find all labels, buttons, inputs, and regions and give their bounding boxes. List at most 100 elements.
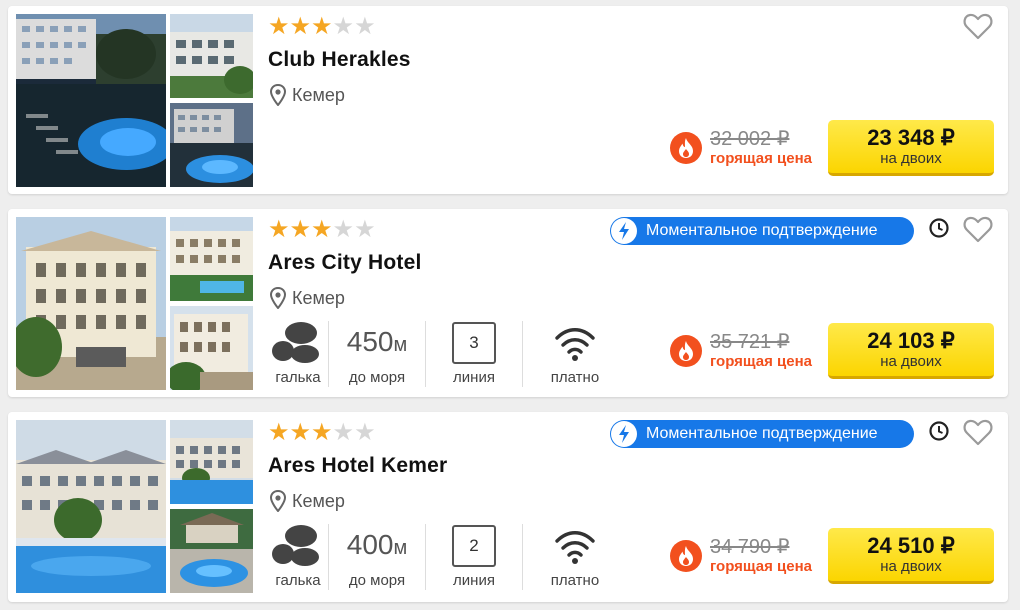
line-number: 3 bbox=[452, 322, 496, 364]
hotel-features: галька 400м до моря 2 линия платно bbox=[268, 524, 627, 590]
star-icon: ★ bbox=[289, 418, 312, 446]
star-rating: ★ ★ ★ ★ ★ bbox=[268, 14, 376, 38]
instant-confirmation-label: Моментальное подтверждение bbox=[646, 425, 878, 442]
heart-icon[interactable] bbox=[963, 12, 993, 40]
distance-value: 400м bbox=[346, 529, 408, 560]
price-for-label: на двоих bbox=[880, 558, 942, 575]
distance-to-sea: 450м до моря bbox=[329, 321, 425, 387]
hot-price-label: горящая цена bbox=[710, 353, 812, 370]
fire-icon bbox=[670, 540, 702, 572]
wifi-label: платно bbox=[550, 369, 600, 386]
wifi-icon bbox=[555, 328, 595, 361]
price-value: 24 103 ₽ bbox=[867, 328, 955, 353]
star-icon: ★ bbox=[332, 215, 355, 243]
hotel-photo-main[interactable] bbox=[16, 420, 166, 593]
price-button[interactable]: 24 510 ₽ на двоих bbox=[828, 528, 994, 584]
hotel-name[interactable]: Ares Hotel Kemer bbox=[268, 454, 447, 478]
price-button[interactable]: 23 348 ₽ на двоих bbox=[828, 120, 994, 176]
hotel-name[interactable]: Club Herakles bbox=[268, 48, 411, 72]
star-icon: ★ bbox=[354, 12, 376, 40]
wifi-label: платно bbox=[550, 572, 600, 589]
distance-label: до моря bbox=[348, 369, 406, 386]
beach-line: 3 линия bbox=[426, 321, 522, 387]
pebble-icon bbox=[272, 525, 319, 566]
line-label: линия bbox=[453, 369, 495, 386]
location-label: Кемер bbox=[292, 287, 345, 308]
price-block: 32 002 ₽ горящая цена 23 348 ₽ на двоих bbox=[670, 120, 994, 176]
hotel-location: Кемер bbox=[270, 490, 345, 512]
star-icon: ★ bbox=[268, 215, 290, 243]
hotel-photo-thumb[interactable] bbox=[170, 217, 253, 301]
star-icon: ★ bbox=[311, 215, 333, 243]
fire-icon bbox=[670, 335, 702, 367]
old-price-block: 34 790 ₽ горящая цена bbox=[710, 536, 812, 576]
hot-price-label: горящая цена bbox=[710, 558, 812, 575]
hotel-photo-thumb[interactable] bbox=[170, 14, 253, 98]
instant-confirmation-badge: Моментальное подтверждение bbox=[610, 420, 914, 448]
instant-confirmation-label: Моментальное подтверждение bbox=[646, 222, 878, 239]
location-pin-icon bbox=[270, 84, 286, 106]
hotel-photo-thumb[interactable] bbox=[170, 509, 253, 593]
star-icon: ★ bbox=[354, 418, 376, 446]
hotel-photo-thumb[interactable] bbox=[170, 103, 253, 187]
wifi: платно bbox=[523, 524, 627, 590]
hotel-card[interactable]: ★ ★ ★ ★ ★ Ares Hotel Kemer Кемер Момента… bbox=[8, 412, 1008, 602]
price-for-label: на двоих bbox=[880, 150, 942, 167]
hotel-photo-main[interactable] bbox=[16, 14, 166, 187]
hotel-list: ★ ★ ★ ★ ★ Club Herakles Кемер 32 002 ₽ г… bbox=[0, 0, 1020, 610]
heart-icon[interactable] bbox=[963, 418, 993, 446]
wifi-icon bbox=[555, 531, 595, 564]
star-icon: ★ bbox=[289, 12, 312, 40]
star-icon: ★ bbox=[311, 12, 333, 40]
lightning-icon bbox=[611, 218, 637, 244]
distance-to-sea: 400м до моря bbox=[329, 524, 425, 590]
hotel-features: галька 450м до моря 3 линия платно bbox=[268, 321, 627, 387]
beach-line: 2 линия bbox=[426, 524, 522, 590]
wifi: платно bbox=[523, 321, 627, 387]
location-label: Кемер bbox=[292, 490, 345, 511]
hotel-photo-thumb[interactable] bbox=[170, 420, 253, 504]
heart-icon[interactable] bbox=[963, 215, 993, 243]
star-icon: ★ bbox=[311, 418, 333, 446]
star-rating: ★ ★ ★ ★ ★ bbox=[268, 420, 376, 444]
price-block: 34 790 ₽ горящая цена 24 510 ₽ на двоих bbox=[670, 528, 994, 584]
location-pin-icon bbox=[270, 287, 286, 309]
hotel-name[interactable]: Ares City Hotel bbox=[268, 251, 422, 275]
hotel-photo-main[interactable] bbox=[16, 217, 166, 390]
fire-icon bbox=[670, 132, 702, 164]
hotel-card[interactable]: ★ ★ ★ ★ ★ Club Herakles Кемер 32 002 ₽ г… bbox=[8, 6, 1008, 194]
old-price: 35 721 ₽ bbox=[710, 331, 790, 353]
line-number: 2 bbox=[452, 525, 496, 567]
star-icon: ★ bbox=[268, 418, 290, 446]
hotel-location: Кемер bbox=[270, 84, 345, 106]
price-button[interactable]: 24 103 ₽ на двоих bbox=[828, 323, 994, 379]
hot-price-label: горящая цена bbox=[710, 150, 812, 167]
pebble-icon bbox=[272, 322, 319, 363]
clock-icon bbox=[929, 218, 949, 238]
clock-icon bbox=[929, 421, 949, 441]
distance-label: до моря bbox=[348, 572, 406, 589]
location-label: Кемер bbox=[292, 84, 345, 105]
hotel-card[interactable]: ★ ★ ★ ★ ★ Ares City Hotel Кемер Моментал… bbox=[8, 209, 1008, 397]
star-rating: ★ ★ ★ ★ ★ bbox=[268, 217, 376, 241]
line-label: линия bbox=[453, 572, 495, 589]
old-price-block: 35 721 ₽ горящая цена bbox=[710, 331, 812, 371]
hotel-location: Кемер bbox=[270, 287, 345, 309]
distance-value: 450м bbox=[346, 326, 408, 357]
beach-type: галька bbox=[268, 321, 328, 387]
lightning-icon bbox=[611, 421, 637, 447]
instant-confirmation-badge: Моментальное подтверждение bbox=[610, 217, 914, 245]
old-price: 32 002 ₽ bbox=[710, 128, 790, 150]
star-icon: ★ bbox=[268, 12, 290, 40]
beach-type: галька bbox=[268, 524, 328, 590]
price-value: 24 510 ₽ bbox=[867, 533, 955, 558]
star-icon: ★ bbox=[332, 12, 355, 40]
price-value: 23 348 ₽ bbox=[867, 125, 955, 150]
beach-type-label: галька bbox=[275, 369, 321, 386]
star-icon: ★ bbox=[354, 215, 376, 243]
star-icon: ★ bbox=[332, 418, 355, 446]
location-pin-icon bbox=[270, 490, 286, 512]
old-price: 34 790 ₽ bbox=[710, 536, 790, 558]
price-block: 35 721 ₽ горящая цена 24 103 ₽ на двоих bbox=[670, 323, 994, 379]
hotel-photo-thumb[interactable] bbox=[170, 306, 253, 390]
